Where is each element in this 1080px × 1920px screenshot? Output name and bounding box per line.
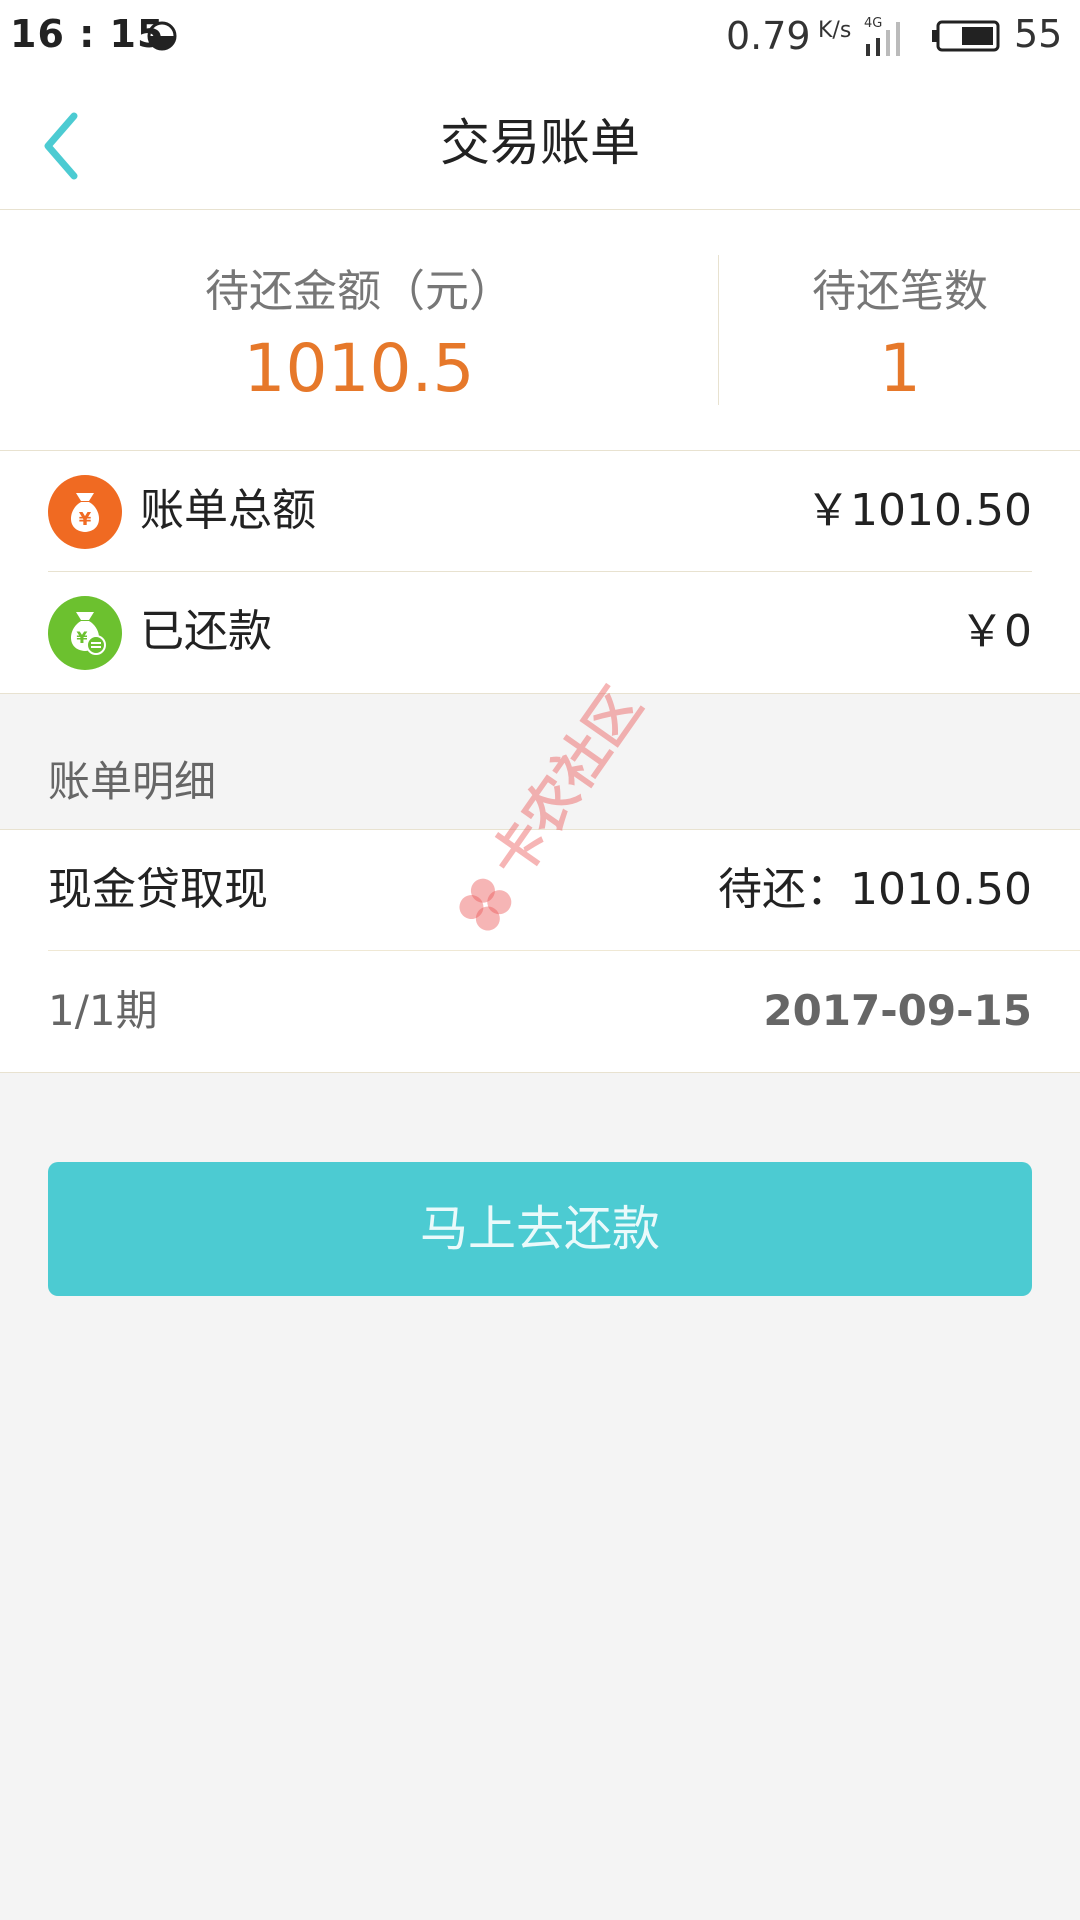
summary-divider <box>718 255 719 405</box>
detail-period: 1/1期 <box>48 986 158 1035</box>
detail-item-name: 现金贷取现 <box>48 864 268 915</box>
bill-total-label: 账单总额 <box>140 485 316 536</box>
status-bar: 16 : 15 0.79 K/s 4G 55 <box>0 0 1080 78</box>
pending-count-value: 1 <box>879 330 921 407</box>
status-net-speed: 0.79 <box>726 14 811 58</box>
page-title: 交易账单 <box>440 114 640 172</box>
signal-icon: 4G <box>864 16 900 56</box>
paid-label: 已还款 <box>140 606 272 657</box>
moon-icon <box>147 21 177 51</box>
detail-due-date: 2017-09-15 <box>763 986 1032 1035</box>
battery-level: 55 <box>1014 12 1063 56</box>
detail-period-row: 1/1期 2017-09-15 <box>48 951 1032 1071</box>
svg-text:¥: ¥ <box>76 628 87 647</box>
pending-amount-label: 待还金额（元） <box>205 266 513 317</box>
bill-total-row: ¥ 账单总额 ￥1010.50 <box>48 451 1032 572</box>
detail-item-due: 待还：1010.50 <box>718 864 1032 915</box>
status-time: 16 : 15 <box>10 12 165 56</box>
network-type-label: 4G <box>864 16 882 31</box>
repay-now-button[interactable]: 马上去还款 <box>48 1162 1032 1296</box>
paid-value: ￥0 <box>960 606 1032 657</box>
svg-text:¥: ¥ <box>79 509 92 530</box>
repayment-summary: 待还金额（元） 1010.5 待还笔数 1 <box>0 210 1080 451</box>
battery-icon <box>932 20 1000 52</box>
bill-detail-header: 账单明细 <box>48 757 217 806</box>
pending-amount-panel: 待还金额（元） 1010.5 <box>0 210 718 450</box>
money-bag-paid-icon: ¥ <box>48 596 122 670</box>
pending-count-label: 待还笔数 <box>812 266 988 317</box>
money-bag-icon: ¥ <box>48 475 122 549</box>
pending-count-panel: 待还笔数 1 <box>720 210 1080 450</box>
status-net-speed-unit: K/s <box>818 18 852 43</box>
bill-totals: ¥ 账单总额 ￥1010.50 ¥ 已还款 ￥0 <box>0 451 1080 694</box>
pending-amount-value: 1010.5 <box>243 330 475 407</box>
paid-row: ¥ 已还款 ￥0 <box>48 572 1032 692</box>
title-bar: 交易账单 <box>0 78 1080 210</box>
bill-total-value: ￥1010.50 <box>806 485 1032 536</box>
back-chevron-icon[interactable] <box>30 106 100 186</box>
